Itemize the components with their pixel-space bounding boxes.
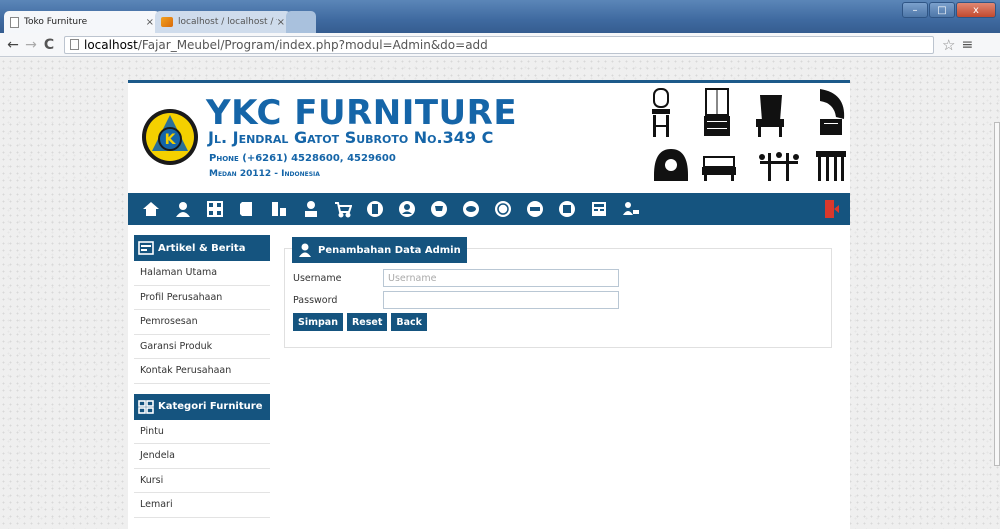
page-icon xyxy=(10,16,19,28)
url-path: /Fajar_Meubel/Program/index.php?modul=Ad… xyxy=(137,37,488,52)
browser-toolbar: ← → C localhost/Fajar_Meubel/Program/ind… xyxy=(0,33,1000,57)
bank-circle-icon[interactable] xyxy=(524,198,546,220)
maximize-button[interactable]: □ xyxy=(929,2,955,18)
minimize-button[interactable]: – xyxy=(902,2,928,18)
sidebar-item-profil-perusahaan[interactable]: Profil Perusahaan xyxy=(134,286,270,310)
cart-circle-icon[interactable] xyxy=(428,198,450,220)
sidebar: Artikel & Berita Halaman Utama Profil Pe… xyxy=(134,235,270,518)
company-postal: Medan 20112 - Indonesia xyxy=(209,169,320,179)
username-input[interactable] xyxy=(383,269,619,287)
icon-navigation-bar xyxy=(128,193,850,225)
person-circle-icon[interactable] xyxy=(396,198,418,220)
report-circle-icon[interactable] xyxy=(556,198,578,220)
sidebar-item-garansi-produk[interactable]: Garansi Produk xyxy=(134,335,270,359)
shipping-circle-icon[interactable] xyxy=(492,198,514,220)
payment-circle-icon[interactable] xyxy=(460,198,482,220)
back-button[interactable]: Back xyxy=(391,313,427,331)
furniture-illustration-icon xyxy=(652,88,846,181)
book-icon[interactable] xyxy=(236,198,258,220)
username-label: Username xyxy=(293,272,342,284)
company-phone: Phone (+6261) 4528600, 4529600 xyxy=(209,153,396,164)
brand-title: YKC FURNITURE xyxy=(206,93,518,133)
document-circle-icon[interactable] xyxy=(364,198,386,220)
ykc-logo-icon: K xyxy=(142,109,198,165)
sidebar-header-categories: Kategori Furniture xyxy=(134,393,270,420)
cart-icon[interactable] xyxy=(332,198,354,220)
sidebar-item-jendela[interactable]: Jendela xyxy=(134,444,270,469)
admin-user-icon[interactable] xyxy=(172,198,194,220)
scrollbar[interactable] xyxy=(994,122,1000,466)
new-tab-button[interactable] xyxy=(286,11,316,33)
back-arrow-icon[interactable]: ← xyxy=(4,37,22,53)
admin-user-icon xyxy=(299,243,311,257)
sidebar-header-label: Kategori Furniture xyxy=(158,401,263,412)
logout-icon[interactable] xyxy=(824,199,840,219)
menu-icon[interactable]: ≡ xyxy=(961,37,973,53)
site-header: K YKC FURNITURE Jl. Jendral Gatot Subrot… xyxy=(128,83,850,193)
logo-letter: K xyxy=(165,132,177,148)
password-label: Password xyxy=(293,294,338,306)
panel-title: Penambahan Data Admin xyxy=(318,244,461,256)
phpmyadmin-icon xyxy=(161,17,173,27)
username-row: Username xyxy=(293,269,619,287)
reset-button[interactable]: Reset xyxy=(346,313,388,331)
category-grid-icon xyxy=(138,399,154,414)
category-menu: Pintu Jendela Kursi Lemari xyxy=(134,420,270,518)
sidebar-item-pemrosesan[interactable]: Pemrosesan xyxy=(134,310,270,335)
home-icon[interactable] xyxy=(140,198,162,220)
company-address: Jl. Jendral Gatot Subroto No.349 C xyxy=(208,128,494,147)
article-icon xyxy=(138,241,154,255)
window-controls: – □ x xyxy=(902,2,996,18)
reload-icon[interactable]: C xyxy=(40,37,58,53)
calculator-icon[interactable] xyxy=(588,198,610,220)
users-admin-icon[interactable] xyxy=(620,198,642,220)
forward-arrow-icon[interactable]: → xyxy=(22,37,40,53)
bookmark-star-icon[interactable]: ☆ xyxy=(942,36,955,54)
save-button[interactable]: Simpan xyxy=(293,313,343,331)
address-bar[interactable]: localhost/Fajar_Meubel/Program/index.php… xyxy=(64,35,934,54)
add-admin-panel: Penambahan Data Admin Username Password … xyxy=(284,237,832,348)
url-host: localhost xyxy=(84,37,138,52)
tab-close-icon[interactable]: × xyxy=(146,17,154,28)
sidebar-item-lemari[interactable]: Lemari xyxy=(134,493,270,518)
page-icon xyxy=(70,39,79,50)
tab-phpmyadmin[interactable]: localhost / localhost / faz × xyxy=(155,11,291,33)
password-input[interactable] xyxy=(383,291,619,309)
article-menu: Halaman Utama Profil Perusahaan Pemroses… xyxy=(134,261,270,384)
sidebar-item-kontak-perusahaan[interactable]: Kontak Perusahaan xyxy=(134,359,270,384)
sidebar-item-kursi[interactable]: Kursi xyxy=(134,469,270,493)
tab-title: localhost / localhost / faz xyxy=(178,17,277,27)
browser-titlebar: Toko Furniture × localhost / localhost /… xyxy=(0,0,1000,33)
password-row: Password xyxy=(293,291,619,309)
sidebar-header-label: Artikel & Berita xyxy=(158,242,246,254)
category-grid-icon[interactable] xyxy=(204,198,226,220)
sidebar-item-halaman-utama[interactable]: Halaman Utama xyxy=(134,261,270,286)
tab-title: Toko Furniture xyxy=(24,17,88,27)
close-window-button[interactable]: x xyxy=(956,2,996,18)
products-icon[interactable] xyxy=(268,198,290,220)
panel-header: Penambahan Data Admin xyxy=(292,237,467,263)
tab-close-icon[interactable]: × xyxy=(277,17,285,28)
sidebar-header-articles: Artikel & Berita xyxy=(134,235,270,261)
site-container: K YKC FURNITURE Jl. Jendral Gatot Subrot… xyxy=(128,80,850,529)
page-viewport: K YKC FURNITURE Jl. Jendral Gatot Subrot… xyxy=(0,58,1000,529)
form-buttons: Simpan Reset Back xyxy=(293,313,427,331)
member-icon[interactable] xyxy=(300,198,322,220)
tab-toko-furniture[interactable]: Toko Furniture × xyxy=(4,11,160,33)
sidebar-item-pintu[interactable]: Pintu xyxy=(134,420,270,444)
